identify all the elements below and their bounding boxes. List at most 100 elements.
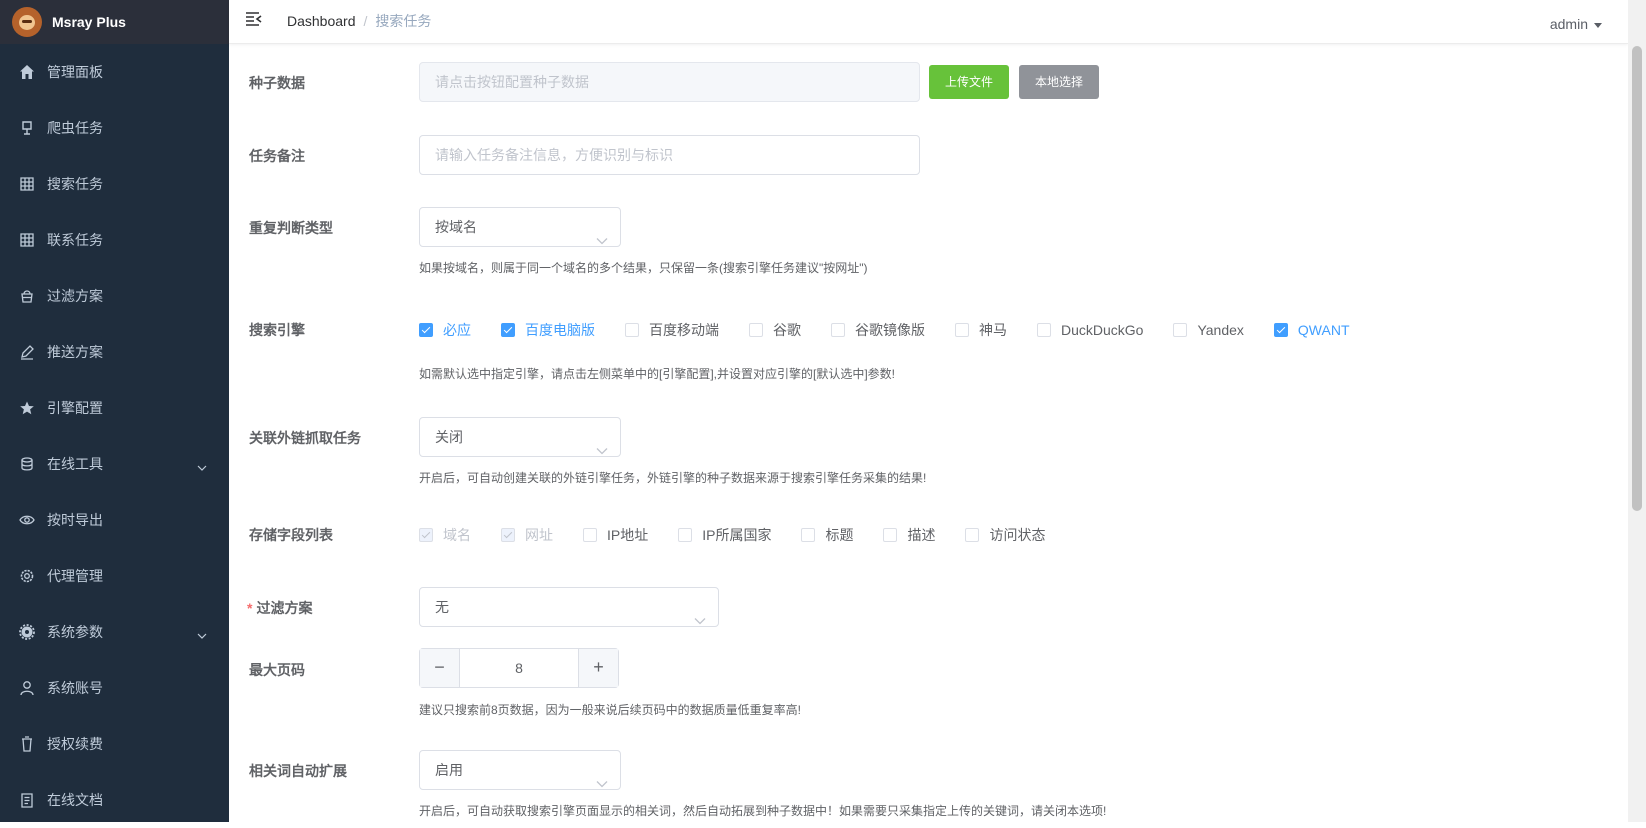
eye-icon [18,511,36,529]
field-checkbox-group: 域名 网址 IP地址 IP所属国家 标题 描述 访问状态 [419,525,1075,545]
checkbox-label: 标题 [825,527,854,543]
sidebar-item-label: 爬虫任务 [47,120,103,136]
engine-checkbox-duckduckgo[interactable]: DuckDuckGo [1037,320,1143,340]
filter-scheme-select[interactable]: 无 [419,587,719,627]
sidebar-item-label: 搜索任务 [47,176,103,192]
checkbox-label: IP所属国家 [702,527,772,543]
sidebar-item-crawler[interactable]: 爬虫任务 [0,100,229,156]
sidebar-item-contact-task[interactable]: 联系任务 [0,212,229,268]
dedup-type-select[interactable]: 按域名 [419,207,621,247]
decrease-button[interactable]: − [420,649,460,687]
related-hint: 开启后，可自动获取搜索引擎页面显示的相关词，然后自动拓展到种子数据中！如果需要只… [419,804,1107,818]
checkbox-icon [831,323,845,337]
task-note-input[interactable]: 请输入任务备注信息，方便识别与标识 [419,135,920,175]
checkbox-label: 谷歌镜像版 [855,322,925,338]
checkbox-label: 访问状态 [989,527,1046,543]
max-page-value[interactable]: 8 [460,649,578,687]
engine-checkbox-yandex[interactable]: Yandex [1173,320,1244,340]
checkbox-icon [1273,323,1288,337]
checkbox-label: DuckDuckGo [1061,322,1144,338]
scrollbar-thumb[interactable] [1632,46,1642,511]
cup-icon [18,735,36,753]
sidebar-item-online-tools[interactable]: 在线工具 [0,436,229,492]
logo[interactable]: Msray Plus [0,0,229,44]
coin-icon [18,455,36,473]
sidebar-item-proxy-manage[interactable]: 代理管理 [0,548,229,604]
checkbox-icon [583,528,597,542]
sidebar-item-label: 授权续费 [47,736,103,752]
chevron-down-icon [197,626,207,642]
sidebar-item-label: 联系任务 [47,232,103,248]
gear-icon [18,567,36,585]
field-checkbox-description[interactable]: 描述 [883,525,935,545]
sidebar-item-filter-scheme[interactable]: 过滤方案 [0,268,229,324]
engine-checkbox-bing[interactable]: 必应 [419,320,471,340]
increase-button[interactable]: + [578,649,618,687]
local-select-button[interactable]: 本地选择 [1019,65,1099,99]
sidebar-item-scheduled-export[interactable]: 按时导出 [0,492,229,548]
form-row-related: 相关词自动扩展 启用 开启后，可自动获取搜索引擎页面显示的相关词，然后自动拓展到… [229,750,1628,818]
page-scrollbar[interactable] [1628,0,1646,822]
sidebar-item-label: 过滤方案 [47,288,103,304]
username: admin [1549,16,1588,32]
checkbox-icon [801,528,816,542]
sidebar-item-push-scheme[interactable]: 推送方案 [0,324,229,380]
field-checkbox-ip[interactable]: IP地址 [583,525,648,545]
checkbox-label: 网址 [525,527,553,543]
engine-checkbox-baidu-mobile[interactable]: 百度移动端 [625,320,719,340]
engine-checkbox-google-mirror[interactable]: 谷歌镜像版 [831,320,925,340]
checkbox-label: 域名 [443,527,471,543]
engine-checkbox-shenma[interactable]: 神马 [955,320,1007,340]
sidebar-item-dashboard[interactable]: 管理面板 [0,44,229,100]
sidebar-item-engine-config[interactable]: 引擎配置 [0,380,229,436]
form-row-dedup: 重复判断类型 按域名 如果按域名，则属于同一个域名的多个结果，只保留一条(搜索引… [229,207,1628,275]
sidebar-item-label: 系统参数 [47,624,103,640]
upload-file-button[interactable]: 上传文件 [929,65,1009,99]
edit-icon [18,343,36,361]
hamburger-menu-icon[interactable] [245,11,263,32]
doc-icon [18,791,36,809]
sidebar-item-search-task[interactable]: 搜索任务 [0,156,229,212]
sidebar-item-label: 管理面板 [47,64,103,80]
checkbox-icon [501,323,515,337]
related-label: 相关词自动扩展 [249,763,347,779]
sidebar-item-system-params[interactable]: 系统参数 [0,604,229,660]
field-checkbox-access-status[interactable]: 访问状态 [965,525,1045,545]
checkbox-icon [419,528,433,542]
sidebar-item-license-renew[interactable]: 授权续费 [0,716,229,772]
engine-checkbox-qwant[interactable]: QWANT [1273,320,1350,340]
field-checkbox-title[interactable]: 标题 [801,525,853,545]
checkbox-label: 百度电脑版 [525,322,595,338]
related-expand-select[interactable]: 启用 [419,750,621,790]
filter-scheme-value: 无 [435,599,449,615]
search-task-form: 种子数据 请点击按钮配置种子数据 上传文件 本地选择 任务备注 请输入任务备注信… [229,44,1628,822]
seed-label: 种子数据 [249,75,305,91]
app-name: Msray Plus [52,14,126,30]
field-checkbox-ip-country[interactable]: IP所属国家 [678,525,771,545]
checkbox-label: 必应 [443,322,471,338]
outlink-label: 关联外链抓取任务 [249,430,361,446]
sidebar-item-system-account[interactable]: 系统账号 [0,660,229,716]
checkbox-icon [955,323,969,337]
checkbox-label: 百度移动端 [649,322,719,338]
sidebar-item-label: 引擎配置 [47,400,103,416]
outlink-task-value: 关闭 [435,429,463,445]
checkbox-label: 谷歌 [773,322,801,338]
sidebar-item-online-docs[interactable]: 在线文档 [0,772,229,828]
note-label: 任务备注 [249,148,305,164]
user-dropdown[interactable]: admin [1550,16,1602,32]
sidebar-item-label: 在线工具 [47,456,103,472]
field-checkbox-domain: 域名 [419,525,471,545]
checkbox-icon [1173,323,1188,337]
sidebar-item-label: 在线文档 [47,792,103,808]
engine-checkbox-baidu-pc[interactable]: 百度电脑版 [501,320,595,340]
breadcrumb-home-link[interactable]: Dashboard [287,13,356,29]
dedup-hint: 如果按域名，则属于同一个域名的多个结果，只保留一条(搜索引擎任务建议"按网址") [419,261,868,275]
checkbox-icon [749,323,763,337]
seed-input[interactable]: 请点击按钮配置种子数据 [419,62,920,102]
checkbox-label: Yandex [1197,322,1244,338]
checkbox-label: 神马 [979,322,1007,338]
outlink-task-select[interactable]: 关闭 [419,417,621,457]
engine-checkbox-google[interactable]: 谷歌 [749,320,801,340]
grid-icon [18,175,36,193]
